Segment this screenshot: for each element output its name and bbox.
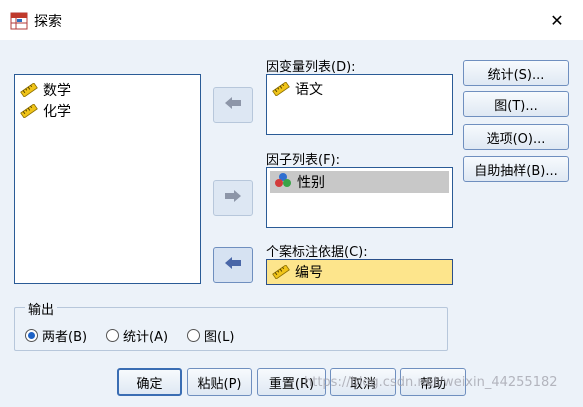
variable-label: 编号	[295, 265, 323, 281]
list-item[interactable]: 性别	[270, 171, 449, 193]
plots-button[interactable]: 图(T)...	[463, 91, 569, 117]
nominal-circles-icon	[274, 172, 292, 192]
dependent-list-label: 因变量列表(D):	[266, 60, 356, 75]
radio-label: 两者(B)	[42, 330, 88, 345]
list-item[interactable]: 编号	[272, 262, 323, 282]
radio-statistics[interactable]: 统计(A)	[106, 326, 168, 345]
scale-ruler-icon	[20, 82, 38, 98]
scale-ruler-icon	[20, 103, 38, 119]
radio-plots[interactable]: 图(L)	[187, 326, 234, 345]
close-button[interactable]: ✕	[545, 8, 569, 32]
move-to-dependent-button[interactable]	[213, 87, 253, 123]
factor-list[interactable]: 性别	[266, 167, 453, 228]
scale-ruler-icon	[272, 264, 290, 280]
list-item[interactable]: 数学	[20, 80, 71, 100]
radio-selected-icon	[25, 329, 38, 342]
radio-empty-icon	[106, 329, 119, 342]
arrow-left-icon	[223, 255, 243, 275]
window-title: 探索	[34, 14, 62, 30]
watermark: https://blog.csdn.net/weixin_44255182	[304, 375, 558, 390]
paste-button[interactable]: 粘贴(P)	[187, 368, 252, 396]
dialog-body: 数学 化学 因变量列表(D): 语文 因子列表(F): 性别 个案标注依据(C)…	[0, 40, 583, 407]
radio-label: 统计(A)	[123, 330, 169, 345]
ok-button[interactable]: 确定	[117, 368, 182, 396]
list-item[interactable]: 语文	[272, 79, 323, 99]
bootstrap-button[interactable]: 自助抽样(B)...	[463, 156, 569, 182]
output-group-label: 输出	[25, 299, 58, 318]
case-label-field[interactable]: 编号	[266, 259, 453, 285]
arrow-left-icon	[223, 95, 243, 115]
output-group: 输出 两者(B) 统计(A) 图(L)	[14, 299, 448, 351]
statistics-button[interactable]: 统计(S)...	[463, 60, 569, 86]
spss-table-icon	[10, 12, 28, 30]
radio-label: 图(L)	[204, 330, 235, 345]
move-to-factor-button[interactable]	[213, 180, 253, 216]
variable-label: 性别	[297, 175, 325, 191]
scale-ruler-icon	[272, 81, 290, 97]
variable-label: 化学	[43, 104, 71, 120]
arrow-right-icon	[223, 188, 243, 208]
radio-both[interactable]: 两者(B)	[25, 326, 87, 345]
dependent-list[interactable]: 语文	[266, 74, 453, 135]
close-icon: ✕	[550, 10, 564, 30]
case-label-label: 个案标注依据(C):	[266, 245, 368, 260]
source-variable-list[interactable]: 数学 化学	[14, 74, 201, 284]
options-button[interactable]: 选项(O)...	[463, 124, 569, 150]
title-bar: 探索 ✕	[0, 0, 583, 40]
variable-label: 语文	[295, 82, 323, 98]
list-item[interactable]: 化学	[20, 101, 71, 121]
radio-empty-icon	[187, 329, 200, 342]
variable-label: 数学	[43, 83, 71, 99]
move-to-case-label-button[interactable]	[213, 247, 253, 283]
factor-list-label: 因子列表(F):	[266, 153, 341, 168]
